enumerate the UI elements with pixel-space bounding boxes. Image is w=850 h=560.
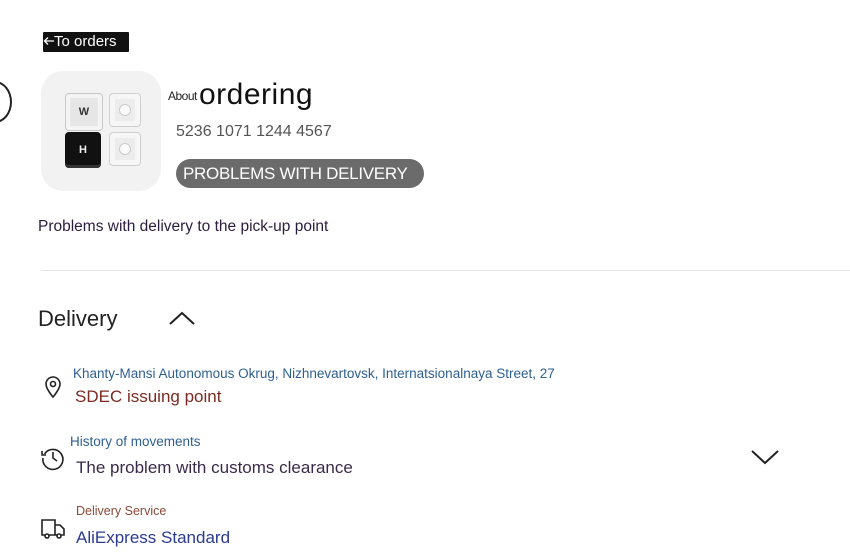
product-thumbnail[interactable]: W H	[41, 71, 161, 191]
chevron-down-icon[interactable]	[750, 446, 780, 468]
delivery-section-title: Delivery	[38, 306, 118, 331]
problem-description: Problems with delivery to the pick-up po…	[38, 218, 329, 235]
history-status: The problem with customs clearance	[76, 458, 353, 477]
page-title: ordering	[199, 78, 314, 111]
back-to-orders-link[interactable]: To orders	[43, 32, 129, 52]
delivery-service-label: Delivery Service	[76, 504, 167, 518]
keycap-h: H	[65, 132, 101, 168]
truck-icon	[41, 519, 65, 539]
order-details-page: To orders W H About ordering 5236 1071 1…	[0, 0, 850, 560]
keycap-blank	[109, 132, 141, 166]
divider	[41, 270, 850, 271]
pickup-point-name: SDEC issuing point	[75, 387, 222, 406]
chevron-up-icon[interactable]	[168, 307, 196, 329]
keycap-w: W	[65, 93, 103, 131]
arrow-left-icon	[43, 37, 54, 45]
history-clock-icon	[41, 448, 64, 471]
order-number: 5236 1071 1244 4567	[176, 123, 332, 140]
delivery-service-name: AliExpress Standard	[76, 528, 231, 547]
location-pin-icon	[45, 376, 61, 399]
about-label: About	[168, 89, 197, 103]
side-circle-decoration	[0, 81, 12, 123]
back-link-label: To orders	[54, 33, 117, 50]
status-badge-label: PROBLEMS WITH DELIVERY	[183, 163, 408, 183]
status-badge: PROBLEMS WITH DELIVERY	[176, 159, 424, 188]
delivery-address[interactable]: Khanty-Mansi Autonomous Okrug, Nizhnevar…	[73, 366, 555, 381]
keycap-blank	[109, 93, 141, 127]
history-of-movements-link[interactable]: History of movements	[70, 434, 201, 449]
